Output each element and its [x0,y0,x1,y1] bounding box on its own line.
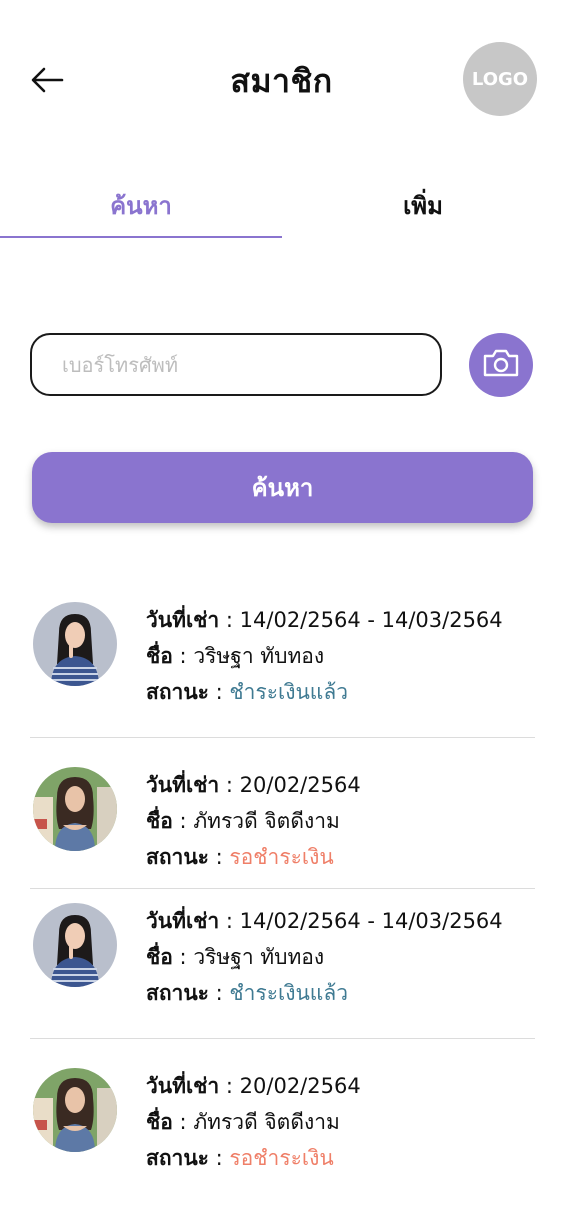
payment-status-value: ชำระเงินแล้ว [229,680,348,704]
payment-status-row: สถานะ : รอชำระเงิน [146,1140,361,1176]
woman-striped-sweater-avatar [33,903,117,987]
search-button[interactable]: ค้นหา [32,452,533,523]
payment-status-label: สถานะ [146,845,209,869]
rent-date-row: วันที่เช่า : 14/02/2564 - 14/03/2564 [146,602,503,638]
payment-status-row: สถานะ : ชำระเงินแล้ว [146,975,503,1011]
separator: : [172,644,194,668]
rent-date-label: วันที่เช่า [146,909,220,933]
separator: : [172,1110,194,1134]
payment-status-label: สถานะ [146,1146,209,1170]
member-info: วันที่เช่า : 14/02/2564 - 14/03/2564 ชื่อ… [146,903,503,1011]
separator: : [172,945,194,969]
payment-status-label: สถานะ [146,981,209,1005]
member-name-row: ชื่อ : วริษฐา ทับทอง [146,939,503,975]
member-name-value: ภัทรวดี จิตดีงาม [193,809,340,833]
rent-date-value: 14/02/2564 - 14/03/2564 [239,608,503,632]
phone-search-input[interactable] [30,333,442,396]
member-list-item[interactable]: วันที่เช่า : 20/02/2564 ชื่อ : ภัทรวดี จิ… [0,762,563,912]
member-name-row: ชื่อ : ภัทรวดี จิตดีงาม [146,1104,361,1140]
list-divider [30,1038,535,1039]
separator: : [219,773,240,797]
rent-date-value: 20/02/2564 [239,1074,361,1098]
separator: : [219,608,240,632]
woman-blue-top-avatar [33,767,117,851]
member-name-label: ชื่อ [146,809,173,833]
payment-status-row: สถานะ : ชำระเงินแล้ว [146,674,503,710]
rent-date-value: 14/02/2564 - 14/03/2564 [239,909,503,933]
member-name-value: วริษฐา ทับทอง [193,945,325,969]
tab-add[interactable]: เพิ่ม [282,182,563,238]
rent-date-value: 20/02/2564 [239,773,361,797]
member-list-item[interactable]: วันที่เช่า : 14/02/2564 - 14/03/2564 ชื่อ… [0,898,563,1048]
separator: : [208,1146,230,1170]
member-name-label: ชื่อ [146,644,173,668]
payment-status-label: สถานะ [146,680,209,704]
separator: : [219,909,240,933]
member-name-row: ชื่อ : วริษฐา ทับทอง [146,638,503,674]
rent-date-row: วันที่เช่า : 20/02/2564 [146,1068,361,1104]
member-info: วันที่เช่า : 20/02/2564 ชื่อ : ภัทรวดี จิ… [146,767,361,875]
member-info: วันที่เช่า : 20/02/2564 ชื่อ : ภัทรวดี จิ… [146,1068,361,1176]
member-name-row: ชื่อ : ภัทรวดี จิตดีงาม [146,803,361,839]
separator: : [208,680,230,704]
member-name-label: ชื่อ [146,1110,173,1134]
woman-blue-top-avatar [33,1068,117,1152]
rent-date-label: วันที่เช่า [146,773,220,797]
camera-icon [481,347,521,383]
member-info: วันที่เช่า : 14/02/2564 - 14/03/2564 ชื่อ… [146,602,503,710]
list-divider [30,888,535,889]
payment-status-value: รอชำระเงิน [229,1146,334,1170]
rent-date-row: วันที่เช่า : 20/02/2564 [146,767,361,803]
separator: : [172,809,194,833]
separator: : [208,845,230,869]
payment-status-value: รอชำระเงิน [229,845,334,869]
rent-date-row: วันที่เช่า : 14/02/2564 - 14/03/2564 [146,903,503,939]
member-name-label: ชื่อ [146,945,173,969]
payment-status-value: ชำระเงินแล้ว [229,981,348,1005]
separator: : [208,981,230,1005]
member-list-item[interactable]: วันที่เช่า : 14/02/2564 - 14/03/2564 ชื่อ… [0,597,563,747]
rent-date-label: วันที่เช่า [146,1074,220,1098]
separator: : [219,1074,240,1098]
tab-search[interactable]: ค้นหา [0,182,282,238]
woman-striped-sweater-avatar [33,602,117,686]
rent-date-label: วันที่เช่า [146,608,220,632]
list-divider [30,737,535,738]
camera-button[interactable] [469,333,533,397]
tab-bar: ค้นหา เพิ่ม [0,182,563,240]
payment-status-row: สถานะ : รอชำระเงิน [146,839,361,875]
member-list-item[interactable]: วันที่เช่า : 20/02/2564 ชื่อ : ภัทรวดี จิ… [0,1063,563,1213]
logo: LOGO [463,42,537,116]
member-name-value: วริษฐา ทับทอง [193,644,325,668]
member-name-value: ภัทรวดี จิตดีงาม [193,1110,340,1134]
